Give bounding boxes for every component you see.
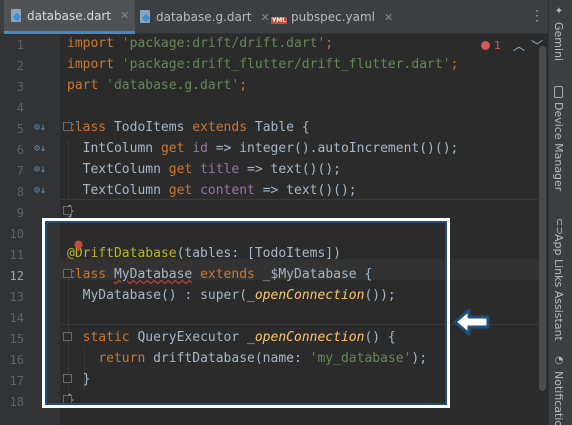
line-number: 14 — [9, 311, 24, 325]
line-number: 5 — [16, 122, 24, 136]
line-number: 13 — [9, 290, 24, 304]
tool-app-links-assistant[interactable]: ⊂⊃ App Links Assistant — [552, 218, 565, 341]
close-tab-icon[interactable]: ✕ — [384, 11, 393, 24]
tab-label: pubspec.yaml — [291, 10, 375, 24]
line-number: 9 — [16, 206, 24, 220]
inspection-widget[interactable]: 1 ︿ ﹀ — [481, 37, 543, 54]
tab-database-dart[interactable]: database.dart ✕ — [4, 0, 136, 34]
implemented-icon[interactable]: ⊙↓ — [34, 185, 48, 197]
code-line-5: class TodoItems extends Table { — [67, 120, 310, 135]
bell-icon: ◔ — [553, 355, 565, 366]
line-number: 2 — [16, 59, 24, 73]
tool-gemini[interactable]: ✦ Gemini — [552, 6, 565, 61]
dart-file-icon — [10, 8, 22, 23]
dart-file-icon — [139, 10, 151, 24]
fold-marker[interactable] — [63, 122, 72, 131]
line-number: 3 — [16, 80, 24, 94]
line-number: 17 — [9, 374, 24, 388]
code-line-2: import 'package:drift_flutter/drift_flut… — [67, 57, 459, 72]
line-number-current: 12 — [9, 269, 24, 283]
code-line-1: import 'package:drift/drift.dart'; — [67, 36, 334, 51]
line-number: 11 — [9, 248, 24, 262]
vertical-scrollbar[interactable] — [539, 46, 546, 391]
line-number: 1 — [16, 38, 24, 52]
implemented-icon[interactable]: ⊙↓ — [34, 164, 48, 176]
code-line-3: part 'database.g.dart'; — [67, 78, 248, 93]
yaml-file-icon: YML — [270, 17, 288, 24]
implemented-icon[interactable]: ⊙↓ — [34, 122, 48, 134]
close-tab-icon[interactable]: ✕ — [120, 9, 129, 22]
right-tool-window-bar: ✦ Gemini Device Manager ⊂⊃ App Links Ass… — [548, 0, 572, 425]
fold-marker[interactable] — [63, 206, 72, 215]
tab-database-g-dart[interactable]: database.g.dart ✕ — [133, 0, 276, 34]
app-links-icon: ⊂⊃ — [553, 218, 565, 235]
line-number: 6 — [16, 143, 24, 157]
tab-pubspec-yaml[interactable]: YML pubspec.yaml ✕ — [266, 0, 399, 34]
code-line-6: IntColumn get id => integer().autoIncrem… — [82, 141, 459, 156]
implemented-icon[interactable]: ⊙↓ — [34, 143, 48, 155]
line-number: 15 — [9, 332, 24, 346]
line-number: 10 — [9, 227, 24, 241]
tool-device-manager[interactable]: Device Manager — [552, 86, 565, 191]
chevron-up-icon[interactable]: ︿ — [513, 37, 525, 54]
line-number: 18 — [9, 395, 24, 409]
code-line-7: TextColumn get title => text()(); — [82, 162, 341, 177]
more-options-icon[interactable]: ⋮ — [530, 8, 544, 24]
error-indicator-icon — [481, 41, 490, 50]
line-number: 16 — [9, 353, 24, 367]
pointer-arrow-icon — [453, 308, 490, 336]
line-number: 4 — [16, 101, 24, 115]
device-manager-icon — [554, 86, 563, 98]
line-number: 7 — [16, 164, 24, 178]
highlight-box — [42, 218, 450, 408]
error-count: 1 — [494, 39, 501, 52]
tab-label: database.dart — [27, 8, 112, 23]
tool-notifications[interactable]: ◔ Notifications — [552, 355, 565, 425]
editor-tab-bar: database.dart ✕ database.g.dart ✕ YML pu… — [0, 0, 548, 34]
line-number: 8 — [16, 185, 24, 199]
gemini-icon: ✦ — [553, 6, 565, 17]
tab-label: database.g.dart — [156, 10, 252, 24]
code-line-8: TextColumn get content => text()(); — [82, 183, 357, 198]
